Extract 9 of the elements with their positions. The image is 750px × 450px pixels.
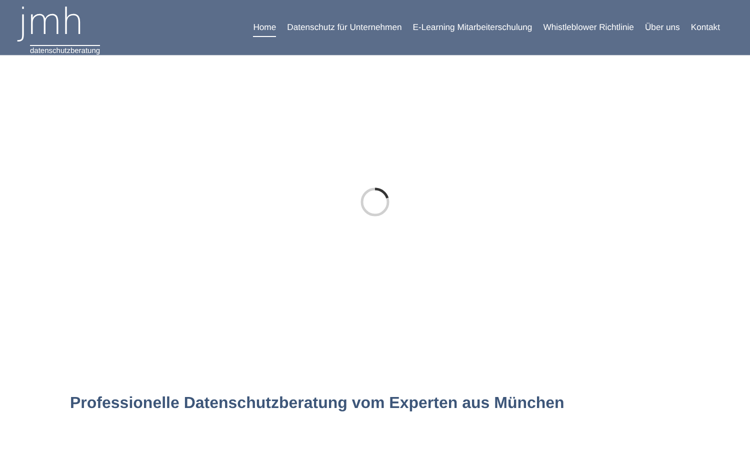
logo-mark[interactable]: jmh (18, 0, 83, 45)
nav-link[interactable]: Home (253, 18, 276, 37)
nav-link[interactable]: Kontakt (690, 18, 720, 37)
page-heading: Professionelle Datenschutzberatung vom Experten aus München (70, 395, 566, 413)
nav-link[interactable]: Über uns (644, 18, 680, 37)
nav-link[interactable]: Whistleblower Richtlinie (543, 18, 634, 37)
nav-link[interactable]: Datenschutz für Unternehmen (287, 18, 402, 37)
spinner-icon (360, 186, 390, 216)
nav-link[interactable]: E-Learning Mitarbeiterschulung (412, 18, 532, 37)
